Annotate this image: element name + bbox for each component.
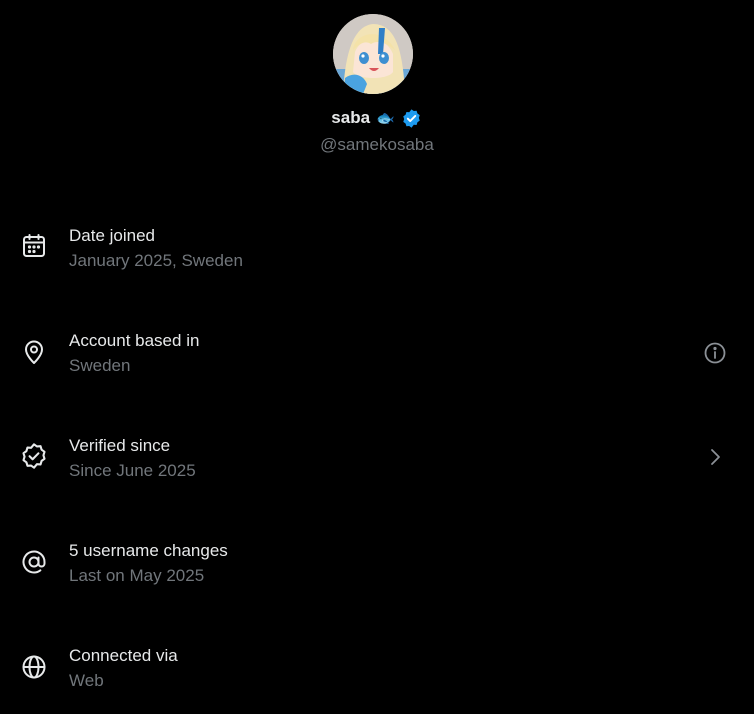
row-title: Date joined xyxy=(69,226,156,245)
avatar[interactable] xyxy=(333,14,413,94)
row-title: Account based in xyxy=(69,331,200,350)
chevron-right-icon[interactable] xyxy=(702,444,728,470)
row-subtitle: Web xyxy=(69,671,104,690)
verified-badge-outline-icon xyxy=(20,442,48,470)
row-username-changes: 5 username changes Last on May 2025 xyxy=(0,537,754,597)
avatar-image xyxy=(333,14,413,94)
globe-icon xyxy=(20,653,48,681)
row-connected-via: Connected via Web xyxy=(0,642,754,702)
row-title: Verified since xyxy=(69,436,171,455)
info-icon[interactable] xyxy=(702,340,728,366)
display-name[interactable]: saba xyxy=(331,108,370,128)
row-title: Connected via xyxy=(69,646,178,665)
row-subtitle: Since June 2025 xyxy=(69,461,196,480)
row-title: 5 username changes xyxy=(69,541,228,560)
at-sign-icon xyxy=(20,548,48,576)
row-subtitle: January 2025, Sweden xyxy=(69,251,243,270)
row-date-joined: Date joined January 2025, Sweden xyxy=(0,222,754,282)
location-pin-icon xyxy=(20,338,48,366)
row-verified-since[interactable]: Verified since Since June 2025 xyxy=(0,432,754,492)
username-handle: @samekosaba xyxy=(320,135,434,154)
verified-badge-icon[interactable] xyxy=(401,107,423,129)
row-subtitle: Sweden xyxy=(69,356,131,375)
name-row: saba 🐟 xyxy=(0,106,754,130)
fish-emoji-icon: 🐟 xyxy=(376,109,395,127)
profile-header: saba 🐟 @samekosaba xyxy=(0,0,754,170)
row-subtitle: Last on May 2025 xyxy=(69,566,205,585)
calendar-icon xyxy=(20,232,48,260)
row-account-based-in: Account based in Sweden xyxy=(0,327,754,387)
